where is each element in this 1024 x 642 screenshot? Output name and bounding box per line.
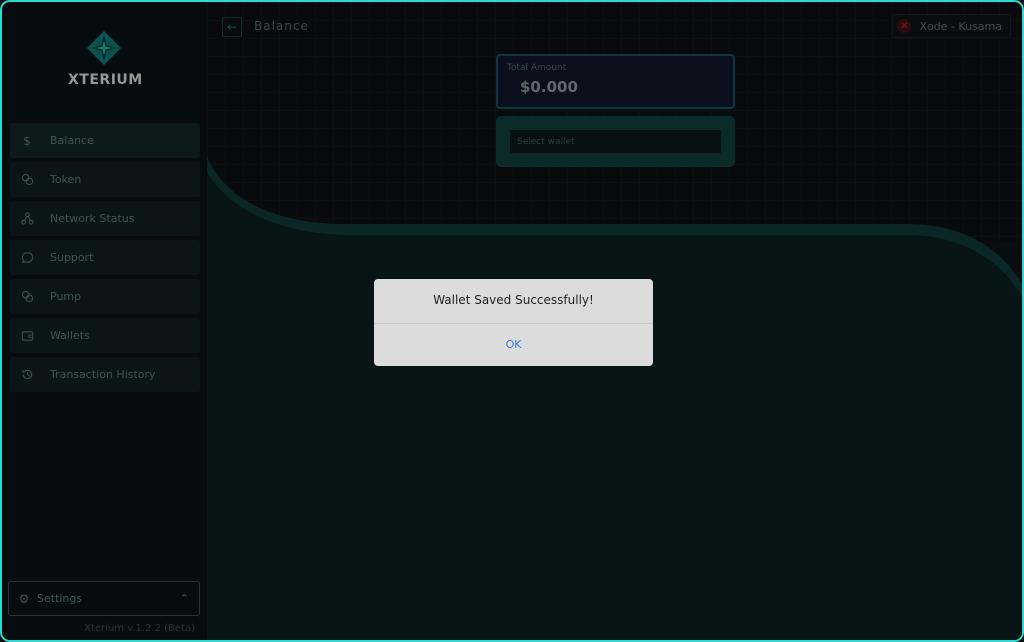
alert-dialog: Wallet Saved Successfully! OK: [374, 279, 653, 366]
ok-button[interactable]: OK: [374, 324, 653, 366]
dialog-message: Wallet Saved Successfully!: [433, 293, 594, 307]
app-window: XTERIUM $ Balance Token Network Status S…: [0, 0, 1024, 642]
